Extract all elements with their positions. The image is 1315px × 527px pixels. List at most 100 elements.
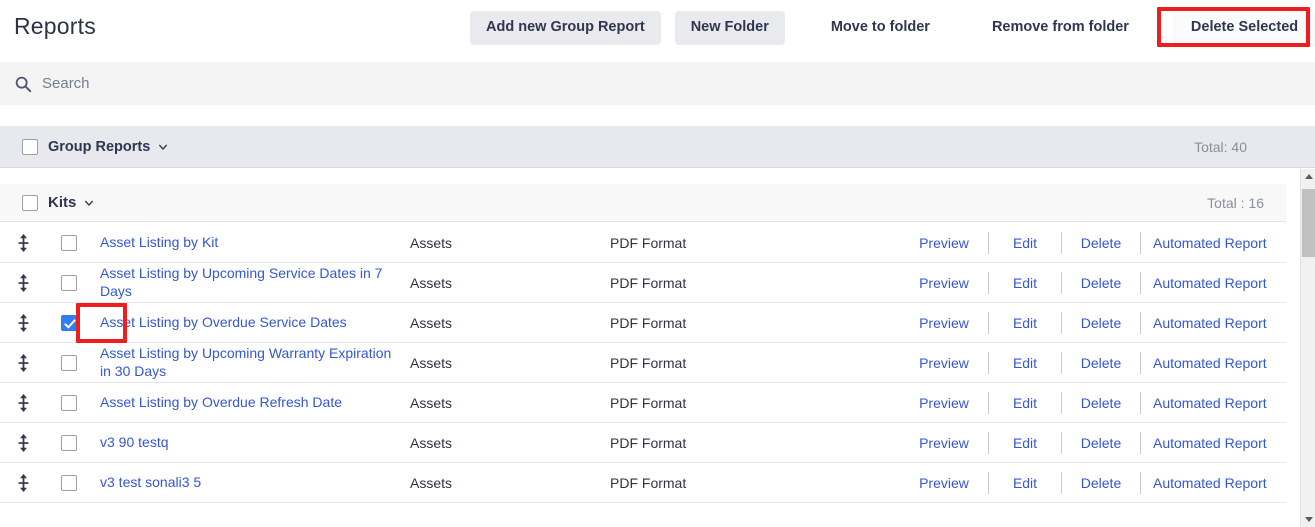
delete-selected-button[interactable]: Delete Selected: [1174, 11, 1315, 45]
preview-link[interactable]: Preview: [900, 355, 988, 371]
chevron-down-icon[interactable]: [84, 198, 94, 208]
new-folder-button[interactable]: New Folder: [674, 11, 785, 45]
delete-link[interactable]: Delete: [1062, 475, 1140, 491]
row-type-cell: Assets: [410, 434, 453, 451]
vertical-scrollbar[interactable]: [1300, 169, 1315, 527]
group-reports-header: Group Reports Total: 40: [0, 126, 1315, 168]
row-name-cell: v3 90 testq: [100, 433, 410, 452]
report-name-link[interactable]: Asset Listing by Upcoming Service Dates …: [100, 264, 402, 300]
delete-link[interactable]: Delete: [1062, 355, 1140, 371]
report-name-link[interactable]: v3 90 testq: [100, 433, 169, 451]
kits-total: Total : 16: [1207, 194, 1264, 211]
row-drag-handle[interactable]: [0, 233, 46, 252]
edit-link[interactable]: Edit: [989, 395, 1061, 411]
automated-report-link[interactable]: Automated Report: [1141, 235, 1286, 251]
row-name-cell: Asset Listing by Overdue Refresh Date: [100, 393, 410, 412]
scroll-down-arrow-icon[interactable]: [1301, 512, 1315, 527]
automated-report-link[interactable]: Automated Report: [1141, 315, 1286, 331]
report-name-link[interactable]: v3 test sonali3 5: [100, 473, 201, 491]
row-drag-handle[interactable]: [0, 273, 46, 292]
row-checkbox-cell: [46, 394, 100, 411]
report-name-link[interactable]: Asset Listing by Overdue Refresh Date: [100, 393, 342, 411]
preview-link[interactable]: Preview: [900, 275, 988, 291]
automated-report-link[interactable]: Automated Report: [1141, 435, 1286, 451]
edit-link[interactable]: Edit: [989, 315, 1061, 331]
table-row: v3 test sonali3 5 Assets PDF Format Preview…: [0, 463, 1286, 503]
delete-link[interactable]: Delete: [1062, 435, 1140, 451]
row-type-cell: Assets: [410, 394, 453, 411]
row-checkbox[interactable]: [61, 394, 77, 411]
delete-link[interactable]: Delete: [1062, 235, 1140, 251]
delete-link[interactable]: Delete: [1062, 395, 1140, 411]
automated-report-link[interactable]: Automated Report: [1141, 475, 1286, 491]
edit-link[interactable]: Edit: [989, 275, 1061, 291]
table-row: Asset Listing by Upcoming Service Dates …: [0, 263, 1286, 303]
report-name-link[interactable]: Asset Listing by Overdue Service Dates: [100, 313, 347, 331]
group-reports-select-all-checkbox[interactable]: [22, 138, 38, 155]
page-title: Reports: [14, 13, 96, 39]
row-checkbox[interactable]: [61, 354, 77, 371]
drag-handle-icon: [18, 473, 28, 492]
drag-handle-icon: [18, 433, 28, 452]
row-type-cell: Assets: [410, 354, 453, 371]
row-checkbox-cell: [46, 274, 100, 291]
preview-link[interactable]: Preview: [900, 315, 988, 331]
edit-link[interactable]: Edit: [989, 435, 1061, 451]
search-bar[interactable]: [0, 62, 1315, 105]
automated-report-link[interactable]: Automated Report: [1141, 275, 1286, 291]
row-actions-cell: Preview Edit Delete Automated Report: [900, 231, 1286, 254]
search-icon: [15, 76, 32, 92]
table-row: Asset Listing by Overdue Refresh Date Ass…: [0, 383, 1286, 423]
row-format-cell: PDF Format: [610, 274, 687, 291]
row-name-cell: v3 test sonali3 5: [100, 473, 410, 492]
report-name-link[interactable]: Asset Listing by Kit: [100, 233, 218, 251]
row-actions-cell: Preview Edit Delete Automated Report: [900, 351, 1286, 374]
group-reports-label: Group Reports: [48, 138, 151, 155]
row-name-cell: Asset Listing by Upcoming Service Dates …: [100, 264, 410, 301]
preview-link[interactable]: Preview: [900, 475, 988, 491]
search-input[interactable]: [40, 71, 540, 96]
table-row: v3 90 testq Assets PDF Format Preview Edit De…: [0, 423, 1286, 463]
reports-table: Asset Listing by Kit Assets PDF Format Prev…: [0, 223, 1286, 527]
automated-report-link[interactable]: Automated Report: [1141, 355, 1286, 371]
delete-link[interactable]: Delete: [1062, 275, 1140, 291]
table-row: Asset Listing by Overdue Service Dates As…: [0, 303, 1286, 343]
row-checkbox[interactable]: [61, 474, 77, 491]
row-name-cell: Asset Listing by Overdue Service Dates: [100, 313, 410, 332]
preview-link[interactable]: Preview: [900, 435, 988, 451]
kits-label: Kits: [48, 194, 77, 211]
row-checkbox[interactable]: [61, 234, 77, 251]
kits-select-all-checkbox[interactable]: [22, 194, 38, 211]
row-checkbox-cell: [46, 234, 100, 251]
scrollbar-thumb[interactable]: [1302, 189, 1315, 257]
delete-link[interactable]: Delete: [1062, 315, 1140, 331]
row-name-cell: Asset Listing by Kit: [100, 233, 410, 252]
report-name-link[interactable]: Asset Listing by Upcoming Warranty Expir…: [100, 344, 402, 380]
drag-handle-icon: [18, 353, 28, 372]
row-checkbox[interactable]: [61, 434, 77, 451]
row-drag-handle[interactable]: [0, 393, 46, 412]
add-new-group-report-button[interactable]: Add new Group Report: [470, 11, 661, 45]
row-checkbox[interactable]: [61, 274, 77, 291]
edit-link[interactable]: Edit: [989, 355, 1061, 371]
move-to-folder-button[interactable]: Move to folder: [815, 11, 946, 44]
chevron-down-icon[interactable]: [158, 142, 168, 152]
row-name-cell: Asset Listing by Upcoming Warranty Expir…: [100, 344, 410, 381]
row-drag-handle[interactable]: [0, 313, 46, 332]
row-checkbox[interactable]: [61, 314, 77, 331]
scroll-up-arrow-icon[interactable]: [1301, 169, 1315, 184]
drag-handle-icon: [18, 273, 28, 292]
edit-link[interactable]: Edit: [989, 475, 1061, 491]
toolbar-actions: Add new Group Report New Folder Move to …: [470, 0, 1315, 56]
row-format-cell: PDF Format: [610, 234, 687, 251]
row-drag-handle[interactable]: [0, 433, 46, 452]
row-drag-handle[interactable]: [0, 353, 46, 372]
top-toolbar: Reports Add new Group Report New Folder …: [0, 0, 1315, 56]
edit-link[interactable]: Edit: [989, 235, 1061, 251]
preview-link[interactable]: Preview: [900, 235, 988, 251]
remove-from-folder-button[interactable]: Remove from folder: [976, 11, 1145, 44]
automated-report-link[interactable]: Automated Report: [1141, 395, 1286, 411]
row-format-cell: PDF Format: [610, 434, 687, 451]
row-drag-handle[interactable]: [0, 473, 46, 492]
preview-link[interactable]: Preview: [900, 395, 988, 411]
